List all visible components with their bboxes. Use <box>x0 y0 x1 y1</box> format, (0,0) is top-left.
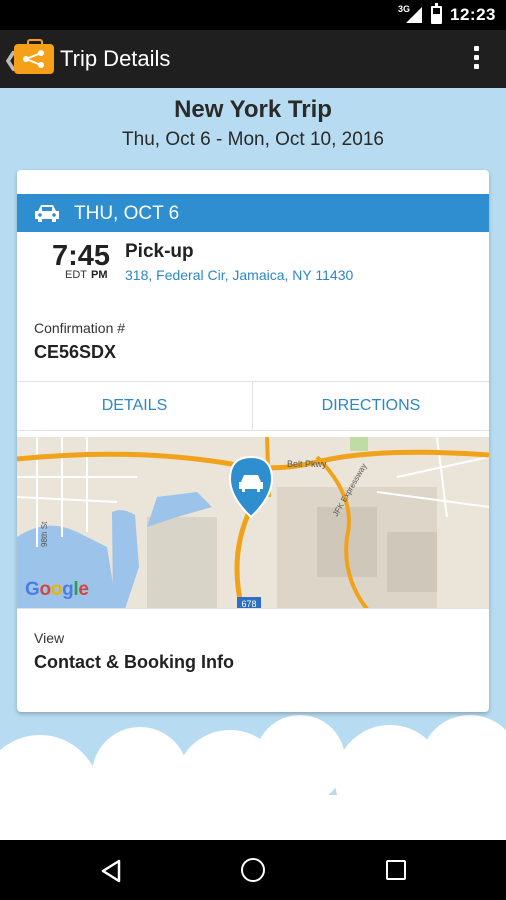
event-title: Pick-up <box>125 241 194 262</box>
event-address-link[interactable]: 318, Federal Cir, Jamaica, NY 11430 <box>125 267 353 283</box>
contact-view-label: View <box>34 630 65 646</box>
battery-icon <box>431 3 442 24</box>
status-bar: 3G 12:23 <box>0 0 506 30</box>
screen-title: Trip Details <box>60 46 171 71</box>
status-time: 12:23 <box>450 5 496 24</box>
nav-home-icon[interactable] <box>241 858 265 882</box>
suitcase-share-icon[interactable] <box>14 39 54 74</box>
confirmation-value: CE56SDX <box>34 342 117 362</box>
car-icon <box>35 205 59 222</box>
contact-booking-link[interactable]: Contact & Booking Info <box>34 652 234 673</box>
clouds-illustration <box>0 715 506 840</box>
road-label-belt: Belt Pkwy <box>287 459 327 469</box>
day-label: THU, OCT 6 <box>74 203 180 224</box>
timezone-label: EDT <box>65 269 87 281</box>
navigation-bar <box>0 840 506 900</box>
ampm-label: PM <box>91 269 108 281</box>
directions-button[interactable]: DIRECTIONS <box>253 382 489 431</box>
signal-icon <box>406 7 422 23</box>
nav-recents-icon[interactable] <box>386 860 406 880</box>
trip-name: New York Trip <box>174 96 332 123</box>
trip-dates: Thu, Oct 6 - Mon, Oct 10, 2016 <box>122 129 384 150</box>
location-map[interactable]: 678 Belt Pkwy JFK Expressway 98th St Goo… <box>17 437 489 609</box>
road-label-98th: 98th St <box>40 521 49 547</box>
day-header: THU, OCT 6 <box>17 194 489 232</box>
action-bar: DETAILS DIRECTIONS <box>17 381 489 431</box>
confirmation-label: Confirmation # <box>34 320 126 336</box>
nav-back-icon[interactable] <box>100 859 122 883</box>
app-bar: ❮ Trip Details <box>0 30 506 88</box>
google-attribution: Google <box>25 579 89 600</box>
overflow-menu-icon[interactable] <box>474 46 480 73</box>
segment-card: THU, OCT 6 7:45 EDT PM Pick-up 318, Fede… <box>17 170 489 712</box>
highway-shield-label: 678 <box>241 599 256 609</box>
details-button[interactable]: DETAILS <box>17 382 253 431</box>
